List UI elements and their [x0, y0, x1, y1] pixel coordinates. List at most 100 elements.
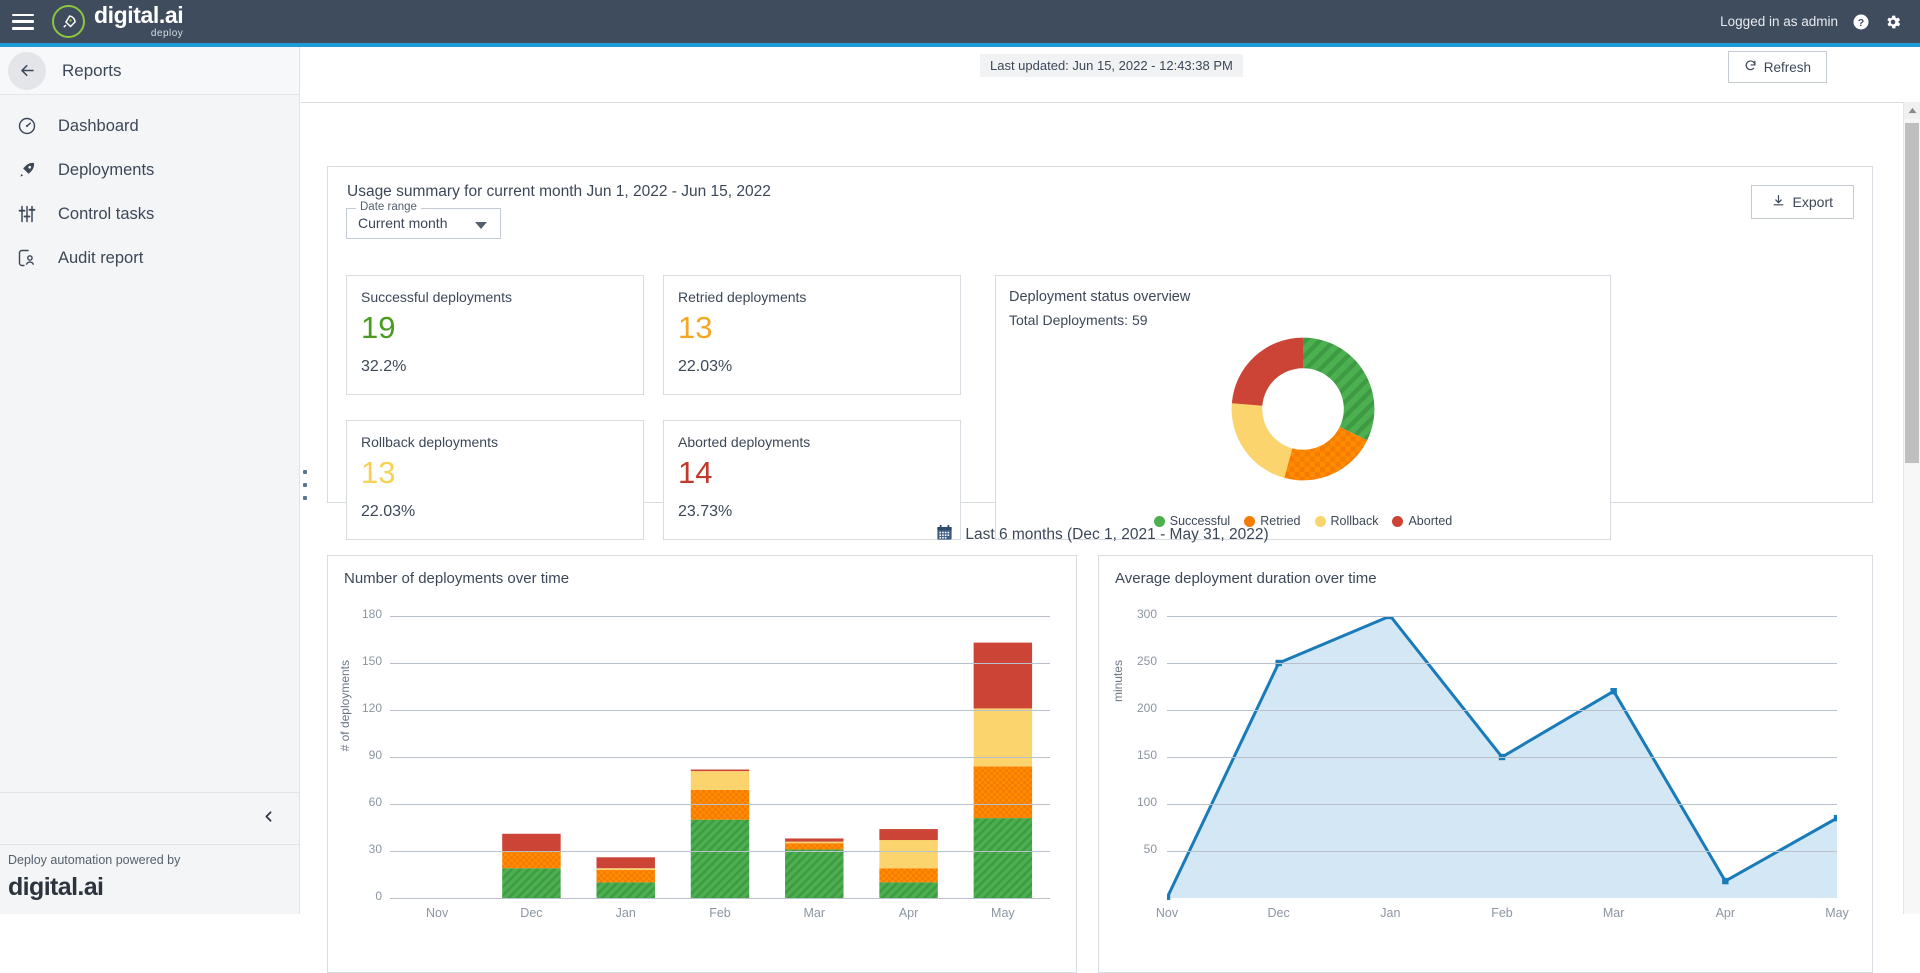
sidebar-item-label: Audit report [58, 248, 144, 267]
gridline [1167, 616, 1837, 617]
gridline [1167, 710, 1837, 711]
y-axis-tick: 250 [1136, 654, 1157, 668]
kpi-card-rollback[interactable]: Rollback deployments 13 22.03% [346, 420, 644, 540]
svg-text:?: ? [1858, 16, 1864, 28]
kpi-label: Rollback deployments [361, 434, 498, 450]
kpi-percent: 32.2% [361, 358, 407, 375]
x-axis-tick: Feb [1491, 906, 1513, 920]
sidebar-item-control-tasks[interactable]: Control tasks [0, 192, 299, 236]
sidebar-nav: Dashboard Deployments Control tasks Audi… [0, 95, 299, 280]
sidebar-footer-logo: digital.ai [8, 873, 104, 901]
bar-chart: # of deployments 0 30 60 90 120 150 180 Nov Dec J… [328, 598, 1076, 972]
six-month-label: Last 6 months (Dec 1, 2021 - May 31, 202… [965, 526, 1269, 543]
y-axis-tick: 180 [361, 607, 382, 621]
sidebar-resize-handle[interactable] [300, 470, 310, 500]
arrow-left-icon[interactable] [8, 51, 46, 90]
refresh-button[interactable]: Refresh [1727, 51, 1827, 83]
refresh-icon [1744, 59, 1757, 75]
y-axis-tick: 150 [1136, 748, 1157, 762]
y-axis-tick: 60 [368, 795, 382, 809]
y-axis-tick: 0 [375, 889, 382, 903]
usage-summary-title: Usage summary for current month Jun 1, 2… [347, 183, 771, 200]
kpi-percent: 22.03% [361, 503, 416, 520]
kpi-card-successful[interactable]: Successful deployments 19 32.2% [346, 275, 644, 395]
sidebar-item-dashboard[interactable]: Dashboard [0, 104, 299, 148]
chevron-left-icon [260, 808, 277, 830]
donut-chart-title: Deployment status overview [1009, 289, 1191, 305]
y-axis-tick: 100 [1136, 795, 1157, 809]
download-icon [1772, 194, 1785, 210]
y-axis-tick: 300 [1136, 607, 1157, 621]
x-axis-tick: May [991, 906, 1015, 920]
y-axis-tick: 120 [361, 701, 382, 715]
scroll-region: Usage summary for current month Jun 1, 2… [301, 102, 1920, 973]
kpi-label: Aborted deployments [678, 434, 811, 450]
kpi-value: 14 [678, 455, 713, 490]
help-icon[interactable]: ? [1852, 13, 1870, 31]
kpi-value: 19 [361, 310, 396, 345]
top-bar: digital.ai deploy Logged in as admin ? [0, 0, 1920, 43]
export-button[interactable]: Export [1750, 185, 1854, 219]
kpi-percent: 22.03% [678, 358, 733, 375]
x-axis-tick: May [1825, 906, 1849, 920]
kpi-value: 13 [678, 310, 713, 345]
gridline [1167, 663, 1837, 664]
sidebar-footer-text: Deploy automation powered by [8, 853, 181, 867]
main-content: Last updated: Jun 15, 2022 - 12:43:38 PM… [301, 47, 1920, 973]
y-axis-tick: 90 [368, 748, 382, 762]
gridline [1167, 851, 1837, 852]
x-axis-tick: Nov [426, 906, 449, 920]
brand-subtitle: deploy [150, 28, 184, 39]
six-month-header: Last 6 months (Dec 1, 2021 - May 31, 202… [301, 523, 1903, 547]
y-axis-tick: 50 [1143, 842, 1157, 856]
brand-logo: digital.ai deploy [52, 4, 184, 39]
date-range-legend: Date range [356, 201, 421, 213]
scroll-up-icon[interactable] [1904, 102, 1920, 119]
audit-user-icon [16, 247, 38, 269]
area-chart-title: Average deployment duration over time [1115, 570, 1377, 587]
scrollbar-thumb[interactable] [1905, 123, 1919, 463]
speedometer-icon [16, 115, 38, 137]
gridline [390, 663, 1050, 664]
gridline [390, 804, 1050, 805]
y-axis-tick: 30 [368, 842, 382, 856]
donut-chart [996, 324, 1610, 494]
sidebar-collapse-button[interactable] [0, 792, 299, 844]
hamburger-icon[interactable] [12, 13, 34, 30]
gridline [390, 616, 1050, 617]
sidebar-item-deployments[interactable]: Deployments [0, 148, 299, 192]
y-axis-tick: 200 [1136, 701, 1157, 715]
area-chart: minutes 50 100 150 200 250 300 Nov Dec Jan Feb Mar… [1099, 598, 1872, 972]
sliders-icon [16, 203, 38, 225]
gridline [1167, 804, 1837, 805]
x-axis-tick: Jan [615, 906, 636, 920]
kpi-value: 13 [361, 455, 396, 490]
sidebar-item-label: Deployments [58, 160, 155, 179]
date-range-select[interactable]: Date range Current month [346, 201, 501, 239]
x-axis-tick: Dec [1267, 906, 1290, 920]
x-axis-tick: Mar [803, 906, 826, 920]
calendar-icon [935, 523, 954, 547]
rocket-logo-icon [52, 5, 85, 38]
vertical-scrollbar[interactable] [1903, 102, 1920, 914]
x-axis-tick: Jan [1380, 906, 1401, 920]
date-range-value: Current month [358, 215, 448, 231]
kpi-card-aborted[interactable]: Aborted deployments 14 23.73% [663, 420, 961, 540]
kpi-card-retried[interactable]: Retried deployments 13 22.03% [663, 275, 961, 395]
x-axis-tick: Mar [1602, 906, 1625, 920]
x-axis-tick: Apr [1715, 906, 1736, 920]
deployments-over-time-panel: Number of deployments over time # of dep… [327, 555, 1077, 973]
usage-summary-panel: Usage summary for current month Jun 1, 2… [327, 166, 1873, 540]
export-label: Export [1792, 194, 1833, 210]
deployment-duration-panel: Average deployment duration over time mi… [1098, 555, 1873, 973]
refresh-label: Refresh [1763, 59, 1811, 75]
logged-in-label: Logged in as admin [1720, 14, 1838, 29]
gridline [1167, 757, 1837, 758]
rocket-icon [16, 159, 38, 181]
bar-chart-title: Number of deployments over time [344, 570, 570, 587]
sidebar-item-label: Dashboard [58, 116, 139, 135]
gear-icon[interactable] [1884, 13, 1902, 31]
sidebar-item-audit-report[interactable]: Audit report [0, 236, 299, 280]
sidebar-header: Reports [0, 47, 299, 95]
sidebar: Reports Dashboard Deployments Control ta… [0, 47, 300, 914]
